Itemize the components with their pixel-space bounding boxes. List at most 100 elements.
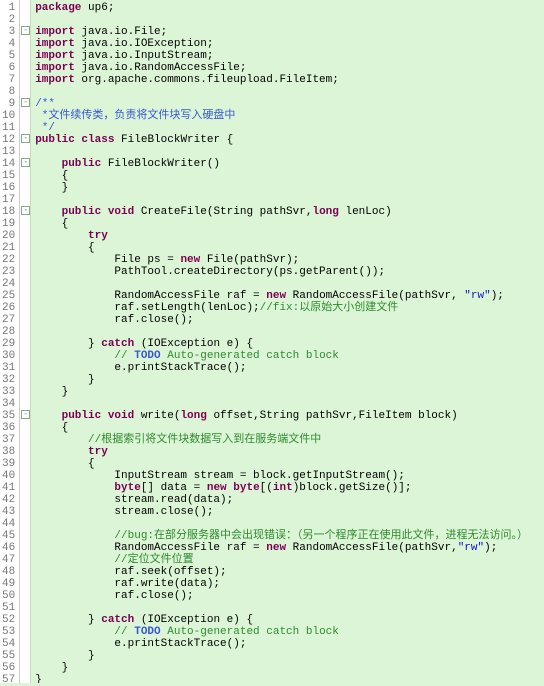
line-number: 31 [2, 362, 15, 374]
code-line[interactable]: RandomAccessFile raf = new RandomAccessF… [35, 290, 544, 302]
code-line[interactable]: PathTool.createDirectory(ps.getParent())… [35, 266, 544, 278]
code-line[interactable]: import java.io.File; [35, 26, 544, 38]
code-line[interactable]: { [35, 422, 544, 434]
line-number: 38 [2, 446, 15, 458]
line-number: 55 [2, 650, 15, 662]
fold-marker[interactable]: - [21, 410, 30, 419]
fold-marker[interactable]: - [21, 98, 30, 107]
code-line[interactable]: } catch (IOException e) { [35, 614, 544, 626]
line-number: 14 [2, 158, 15, 170]
line-number: 18 [2, 206, 15, 218]
line-number: 23 [2, 266, 15, 278]
fold-marker[interactable]: - [21, 206, 30, 215]
line-number: 16 [2, 182, 15, 194]
code-line[interactable]: raf.close(); [35, 590, 544, 602]
line-number: 57 [2, 674, 15, 686]
line-number: 41 [2, 482, 15, 494]
line-number: 47 [2, 554, 15, 566]
code-line[interactable]: public void write(long offset,String pat… [35, 410, 544, 422]
line-number: 46 [2, 542, 15, 554]
code-line[interactable] [35, 194, 544, 206]
line-number: 52 [2, 614, 15, 626]
code-line[interactable]: byte[] data = new byte[(int)block.getSiz… [35, 482, 544, 494]
line-number: 1 [2, 2, 15, 14]
code-line[interactable] [35, 146, 544, 158]
code-line[interactable]: import org.apache.commons.fileupload.Fil… [35, 74, 544, 86]
code-line[interactable]: { [35, 458, 544, 470]
code-line[interactable] [35, 518, 544, 530]
line-number: 29 [2, 338, 15, 350]
line-number-gutter: 1234567891011121314151617181920212223242… [0, 0, 20, 683]
line-number: 25 [2, 290, 15, 302]
code-line[interactable]: public void CreateFile(String pathSvr,lo… [35, 206, 544, 218]
line-number: 48 [2, 566, 15, 578]
line-number: 7 [2, 74, 15, 86]
code-line[interactable]: import java.io.IOException; [35, 38, 544, 50]
fold-marker[interactable]: - [21, 158, 30, 167]
line-number: 20 [2, 230, 15, 242]
code-line[interactable]: } [35, 662, 544, 674]
code-line[interactable]: RandomAccessFile raf = new RandomAccessF… [35, 542, 544, 554]
code-line[interactable] [35, 14, 544, 26]
code-line[interactable]: } [35, 182, 544, 194]
line-number: 17 [2, 194, 15, 206]
line-number: 39 [2, 458, 15, 470]
code-line[interactable]: File ps = new File(pathSvr); [35, 254, 544, 266]
code-line[interactable]: { [35, 218, 544, 230]
line-number: 6 [2, 62, 15, 74]
line-number: 10 [2, 110, 15, 122]
code-line[interactable]: e.printStackTrace(); [35, 362, 544, 374]
code-line[interactable]: //bug:在部分服务器中会出现错误：（另一个程序正在使用此文件，进程无法访问。… [35, 530, 544, 542]
code-line[interactable]: raf.seek(offset); [35, 566, 544, 578]
fold-marker[interactable]: - [21, 26, 30, 35]
code-line[interactable]: stream.close(); [35, 506, 544, 518]
code-line[interactable]: e.printStackTrace(); [35, 638, 544, 650]
code-line[interactable]: try [35, 230, 544, 242]
fold-marker[interactable]: - [21, 134, 30, 143]
line-number: 3 [2, 26, 15, 38]
code-line[interactable]: raf.setLength(lenLoc);//fix:以原始大小创建文件 [35, 302, 544, 314]
code-line[interactable]: } [35, 374, 544, 386]
code-line[interactable]: } [35, 650, 544, 662]
code-line[interactable]: } [35, 386, 544, 398]
code-line[interactable]: */ [35, 122, 544, 134]
line-number: 44 [2, 518, 15, 530]
code-line[interactable]: raf.close(); [35, 314, 544, 326]
code-line[interactable]: } catch (IOException e) { [35, 338, 544, 350]
code-line[interactable]: //定位文件位置 [35, 554, 544, 566]
code-line[interactable]: } [35, 674, 544, 683]
code-area[interactable]: package up6; import java.io.File;import … [31, 0, 544, 683]
line-number: 8 [2, 86, 15, 98]
code-line[interactable] [35, 278, 544, 290]
line-number: 13 [2, 146, 15, 158]
code-line[interactable] [35, 398, 544, 410]
code-line[interactable]: stream.read(data); [35, 494, 544, 506]
line-number: 49 [2, 578, 15, 590]
code-line[interactable]: package up6; [35, 2, 544, 14]
code-line[interactable]: public class FileBlockWriter { [35, 134, 544, 146]
line-number: 2 [2, 14, 15, 26]
line-number: 35 [2, 410, 15, 422]
code-line[interactable] [35, 602, 544, 614]
code-line[interactable]: /** [35, 98, 544, 110]
code-line[interactable]: public FileBlockWriter() [35, 158, 544, 170]
line-number: 21 [2, 242, 15, 254]
code-line[interactable] [35, 86, 544, 98]
code-line[interactable]: { [35, 242, 544, 254]
code-line[interactable]: import java.io.RandomAccessFile; [35, 62, 544, 74]
code-line[interactable]: try [35, 446, 544, 458]
line-number: 56 [2, 662, 15, 674]
code-line[interactable]: *文件续传类，负责将文件块写入硬盘中 [35, 110, 544, 122]
line-number: 4 [2, 38, 15, 50]
code-line[interactable]: // TODO Auto-generated catch block [35, 626, 544, 638]
line-number: 42 [2, 494, 15, 506]
code-line[interactable]: //根据索引将文件块数据写入到在服务端文件中 [35, 434, 544, 446]
code-line[interactable]: InputStream stream = block.getInputStrea… [35, 470, 544, 482]
line-number: 45 [2, 530, 15, 542]
code-line[interactable]: raf.write(data); [35, 578, 544, 590]
code-line[interactable] [35, 326, 544, 338]
code-line[interactable]: { [35, 170, 544, 182]
code-line[interactable]: // TODO Auto-generated catch block [35, 350, 544, 362]
line-number: 51 [2, 602, 15, 614]
code-line[interactable]: import java.io.InputStream; [35, 50, 544, 62]
